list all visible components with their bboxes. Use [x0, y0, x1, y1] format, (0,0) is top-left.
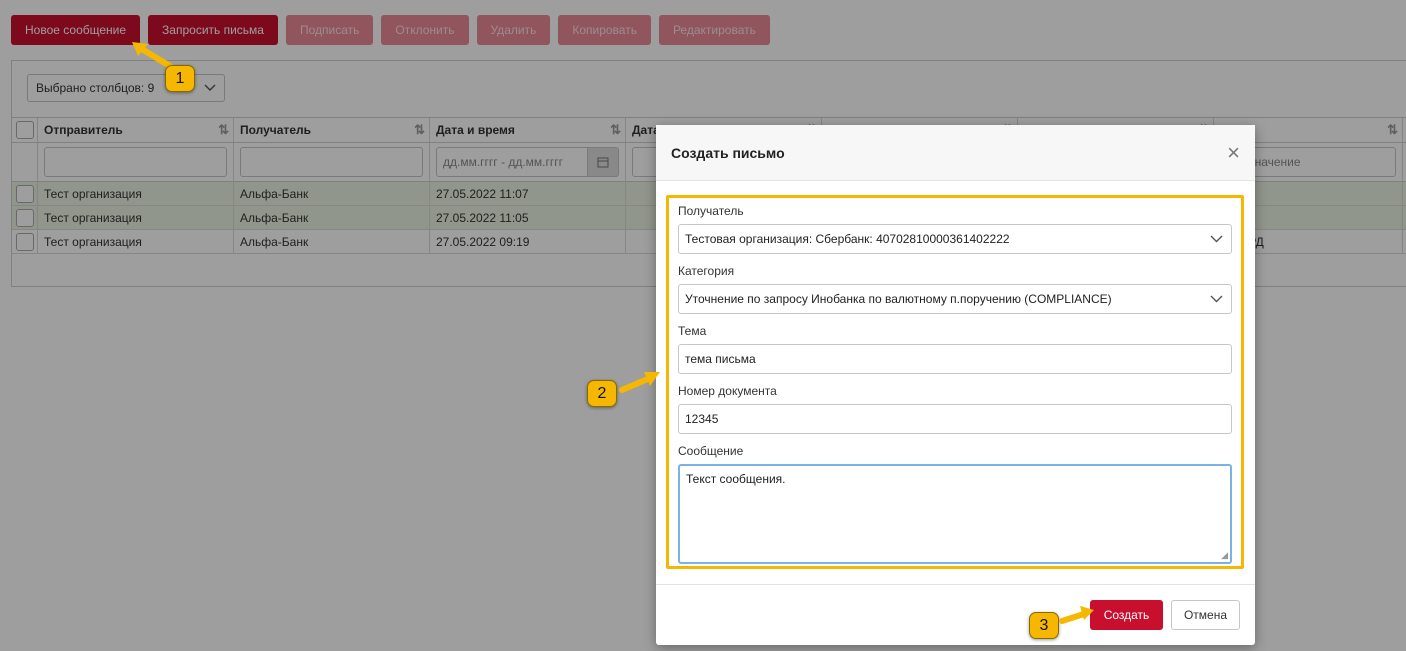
doc-number-label: Номер документа	[678, 384, 777, 398]
dialog-footer: Создать Отмена	[656, 584, 1255, 646]
chevron-down-icon	[1210, 235, 1223, 243]
close-icon[interactable]: ×	[1227, 141, 1240, 164]
create-button[interactable]: Создать	[1090, 600, 1163, 630]
resize-handle-icon[interactable]: ◢	[1221, 550, 1228, 561]
step-badge-3: 3	[1029, 612, 1059, 639]
dialog-header: Создать письмо ×	[656, 125, 1255, 181]
subject-input[interactable]: тема письма	[678, 344, 1232, 374]
step-badge-1: 1	[165, 65, 195, 92]
arrow-icon	[619, 372, 660, 393]
recipient-select[interactable]: Тестовая организация: Сбербанк: 40702810…	[678, 224, 1232, 254]
subject-label: Тема	[678, 324, 707, 338]
recipient-label: Получатель	[678, 204, 744, 218]
create-letter-dialog: Создать письмо × Получатель Тестовая орг…	[656, 125, 1255, 645]
dialog-title: Создать письмо	[671, 144, 785, 161]
category-select[interactable]: Уточнение по запросу Инобанка по валютно…	[678, 284, 1232, 314]
step-badge-2: 2	[587, 380, 617, 407]
message-textarea[interactable]: Текст сообщения. ◢	[678, 464, 1232, 564]
arrow-icon	[1059, 606, 1094, 624]
cancel-button[interactable]: Отмена	[1171, 600, 1240, 630]
dialog-form: Получатель Тестовая организация: Сбербан…	[666, 195, 1244, 569]
category-label: Категория	[678, 264, 735, 278]
chevron-down-icon	[1210, 295, 1223, 303]
message-label: Сообщение	[678, 444, 744, 458]
doc-number-input[interactable]: 12345	[678, 404, 1232, 434]
